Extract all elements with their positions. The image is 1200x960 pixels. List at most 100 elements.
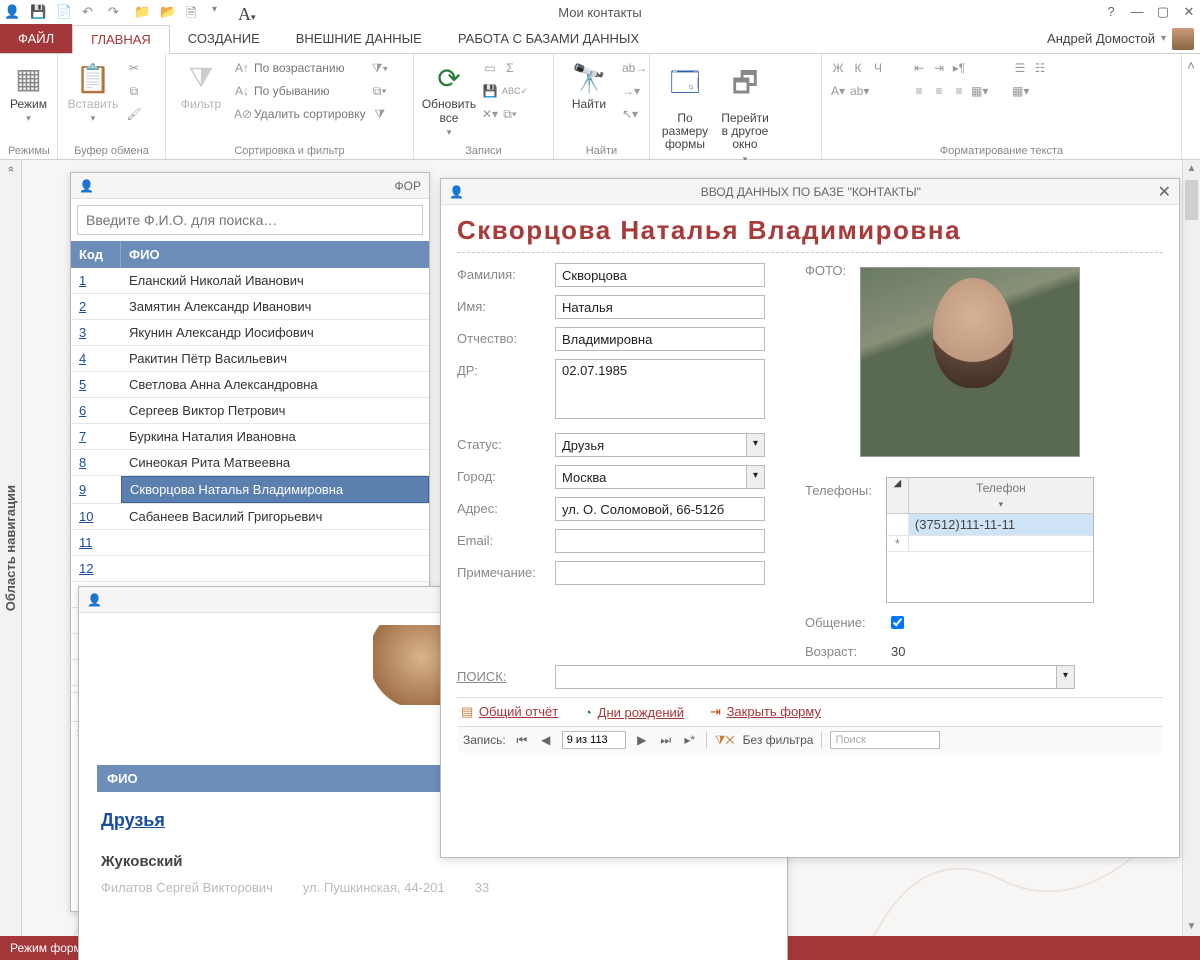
- scroll-down-icon[interactable]: ▼: [1183, 918, 1200, 936]
- fio-cell[interactable]: Замятин Александр Иванович: [121, 294, 429, 319]
- collapse-ribbon-icon[interactable]: ˄: [1182, 54, 1200, 159]
- search-contacts-input[interactable]: [77, 205, 423, 235]
- help-icon[interactable]: ?: [1104, 4, 1118, 20]
- contact-photo[interactable]: [860, 267, 1080, 457]
- fio-cell[interactable]: Сабанеев Василий Григорьевич: [121, 504, 429, 529]
- workspace-vertical-scrollbar[interactable]: ▲ ▼: [1182, 160, 1200, 936]
- address-field[interactable]: [555, 497, 765, 521]
- table-row[interactable]: 10Сабанеев Василий Григорьевич: [71, 504, 429, 530]
- save-record-button[interactable]: 💾ABC✓: [482, 81, 518, 101]
- table-row[interactable]: 7Буркина Наталия Ивановна: [71, 424, 429, 450]
- table-row[interactable]: 4Ракитин Пётр Васильевич: [71, 346, 429, 372]
- code-cell[interactable]: 4: [71, 346, 121, 371]
- table-row[interactable]: 6Сергеев Виктор Петрович: [71, 398, 429, 424]
- code-cell[interactable]: 8: [71, 450, 121, 475]
- replace-button[interactable]: ab→: [622, 58, 638, 78]
- status-combobox[interactable]: Друзья▾: [555, 433, 765, 457]
- minimize-icon[interactable]: —: [1130, 4, 1144, 20]
- fio-cell[interactable]: Якунин Александр Иосифович: [121, 320, 429, 345]
- table-row[interactable]: 5Светлова Анна Александровна: [71, 372, 429, 398]
- close-icon[interactable]: ✕: [1158, 182, 1171, 202]
- patronymic-field[interactable]: [555, 327, 765, 351]
- code-cell[interactable]: 10: [71, 504, 121, 529]
- first-record-button[interactable]: ⏮: [514, 733, 530, 748]
- redo-icon[interactable]: ↷: [108, 4, 124, 20]
- view-mode-button[interactable]: ▦Режим▾: [8, 58, 49, 124]
- navigation-pane-handle[interactable]: » Область навигации: [0, 160, 22, 936]
- no-filter-icon[interactable]: ⧩✕: [715, 733, 735, 748]
- code-cell[interactable]: 11: [71, 530, 121, 555]
- scroll-thumb[interactable]: [1185, 180, 1198, 220]
- close-form-link[interactable]: Закрыть форму: [727, 704, 821, 719]
- name-field[interactable]: [555, 295, 765, 319]
- delete-record-button[interactable]: ✕▾⧉▾: [482, 104, 518, 124]
- tab-create[interactable]: СОЗДАНИЕ: [170, 24, 278, 53]
- folder-icon[interactable]: 📁: [134, 4, 150, 20]
- open-icon[interactable]: 📂: [160, 4, 176, 20]
- print-preview-icon[interactable]: 📄: [56, 4, 72, 20]
- code-cell[interactable]: 12: [71, 556, 121, 581]
- goto-button[interactable]: →▾: [622, 81, 638, 101]
- advanced-filter-button[interactable]: ⧉▾: [372, 81, 388, 101]
- tab-home[interactable]: ГЛАВНАЯ: [72, 25, 170, 54]
- table-row[interactable]: 12.: [71, 556, 429, 582]
- new-record-button[interactable]: ▭Σ: [482, 58, 518, 78]
- selection-filter-button[interactable]: ⧩▾: [372, 58, 388, 78]
- undo-icon[interactable]: ↶: [82, 4, 98, 20]
- phone-col-header[interactable]: Телефон▾: [909, 478, 1093, 513]
- birthdays-link[interactable]: Дни рождений: [598, 705, 684, 720]
- refresh-all-button[interactable]: ⟳Обновить все▾: [422, 58, 476, 138]
- select-button[interactable]: ↖▾: [622, 104, 638, 124]
- note-field[interactable]: [555, 561, 765, 585]
- col-fio-header[interactable]: ФИО: [121, 241, 429, 268]
- toggle-filter-button[interactable]: ⧩: [372, 104, 388, 124]
- font-button[interactable]: A▾: [238, 4, 254, 20]
- general-report-link[interactable]: Общий отчёт: [479, 704, 558, 719]
- record-search-input[interactable]: [830, 731, 940, 749]
- clear-sort-button[interactable]: A⊘Удалить сортировку: [234, 104, 366, 124]
- fio-cell[interactable]: Скворцова Наталья Владимировна: [121, 476, 429, 503]
- record-position-field[interactable]: [562, 731, 626, 749]
- fit-form-button[interactable]: 🗔По размеру формы: [658, 58, 712, 152]
- last-record-button[interactable]: ⏭: [658, 733, 674, 748]
- row-selector-header[interactable]: ◢: [887, 478, 909, 513]
- switch-window-button[interactable]: 🗗Перейти в другое окно▾: [718, 58, 772, 165]
- find-button[interactable]: 🔭Найти: [562, 58, 616, 111]
- fio-cell[interactable]: Светлова Анна Александровна: [121, 372, 429, 397]
- city-combobox[interactable]: Москва▾: [555, 465, 765, 489]
- saveall-icon[interactable]: 🗎: [186, 4, 202, 20]
- fio-cell[interactable]: Ракитин Пётр Васильевич: [121, 346, 429, 371]
- qat-dropdown-icon[interactable]: ▾: [212, 4, 228, 20]
- code-cell[interactable]: 2: [71, 294, 121, 319]
- restore-icon[interactable]: ▢: [1156, 4, 1170, 20]
- table-row[interactable]: 8Синеокая Рита Матвеевна: [71, 450, 429, 476]
- email-field[interactable]: [555, 529, 765, 553]
- tab-external-data[interactable]: ВНЕШНИЕ ДАННЫЕ: [278, 24, 440, 53]
- tab-file[interactable]: ФАЙЛ: [0, 24, 72, 53]
- code-cell[interactable]: 7: [71, 424, 121, 449]
- fio-cell[interactable]: Синеокая Рита Матвеевна: [121, 450, 429, 475]
- user-login[interactable]: Андрей Домостой ▾: [1047, 24, 1200, 53]
- col-code-header[interactable]: Код: [71, 241, 121, 268]
- search-combobox[interactable]: ▾: [555, 665, 1075, 689]
- new-record-nav-button[interactable]: ▸*: [682, 733, 698, 747]
- scroll-up-icon[interactable]: ▲: [1183, 160, 1200, 178]
- fio-cell[interactable]: Еланский Николай Иванович: [121, 268, 429, 293]
- code-cell[interactable]: 3: [71, 320, 121, 345]
- table-row[interactable]: 11.: [71, 530, 429, 556]
- fio-cell[interactable]: Сергеев Виктор Петрович: [121, 398, 429, 423]
- tab-db-tools[interactable]: РАБОТА С БАЗАМИ ДАННЫХ: [440, 24, 657, 53]
- sort-desc-button[interactable]: A↓По убыванию: [234, 81, 366, 101]
- table-row[interactable]: 9Скворцова Наталья Владимировна: [71, 476, 429, 504]
- close-icon[interactable]: ✕: [1182, 4, 1196, 20]
- code-cell[interactable]: 1: [71, 268, 121, 293]
- code-cell[interactable]: 9: [71, 477, 121, 502]
- table-row[interactable]: 3Якунин Александр Иосифович: [71, 320, 429, 346]
- save-icon[interactable]: 💾: [30, 4, 46, 20]
- new-phone-row[interactable]: *: [887, 536, 1093, 552]
- table-row[interactable]: 2Замятин Александр Иванович: [71, 294, 429, 320]
- code-cell[interactable]: 5: [71, 372, 121, 397]
- chat-checkbox[interactable]: [891, 616, 904, 629]
- table-row[interactable]: 1Еланский Николай Иванович: [71, 268, 429, 294]
- surname-field[interactable]: [555, 263, 765, 287]
